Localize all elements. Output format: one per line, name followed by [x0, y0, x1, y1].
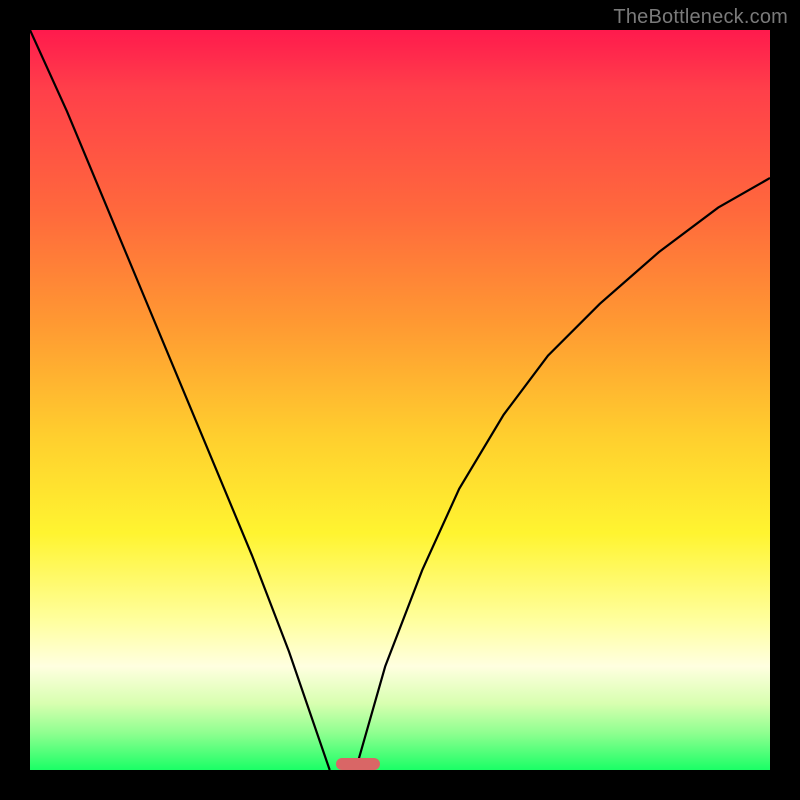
- watermark-text: TheBottleneck.com: [613, 6, 788, 29]
- plot-area: [30, 30, 770, 770]
- chart-frame: TheBottleneck.com: [0, 0, 800, 800]
- bottleneck-marker: [336, 758, 380, 770]
- right-curve: [356, 178, 770, 770]
- left-curve: [30, 30, 330, 770]
- curve-layer: [30, 30, 770, 770]
